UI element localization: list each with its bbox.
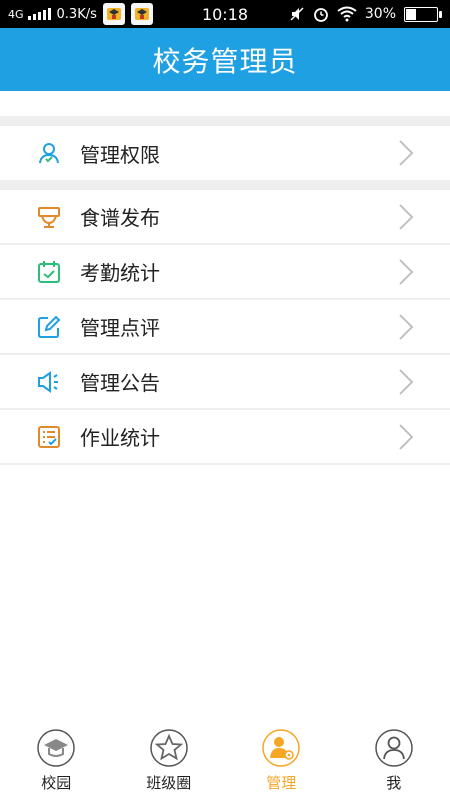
tab-label: 班级圈 [146,774,192,792]
spacer [0,91,450,116]
profile-icon [375,729,413,767]
status-left: 4G 0.3K/s [0,3,190,25]
tab-campus[interactable]: 校园 [0,722,113,800]
status-bar: 4G 0.3K/s 10:18 30% [0,0,450,28]
tab-me[interactable]: 我 [338,722,450,800]
chevron-right-icon [399,258,414,285]
chevron-right-icon [399,140,414,166]
tab-label: 校园 [41,774,72,792]
chevron-right-icon [399,203,414,230]
menu-item-label: 食谱发布 [80,206,160,230]
menu-content: 管理权限 食谱发布 考勤统计 管理点评 管理公告 作业统计 [0,91,450,731]
status-right: 30% [260,6,450,22]
menu-item-review[interactable]: 管理点评 [0,300,450,355]
chevron-right-icon [399,368,414,395]
chevron-right-icon [399,313,414,340]
manage-user-icon [262,729,300,767]
signal-icon [27,8,51,20]
chevron-right-icon [399,423,414,450]
divider [0,180,450,190]
network-speed: 0.3K/s [56,6,97,22]
bowl-icon [35,203,63,231]
edit-icon [35,313,63,341]
menu-item-permissions[interactable]: 管理权限 [0,126,450,180]
divider [0,116,450,126]
menu-item-announcement[interactable]: 管理公告 [0,355,450,410]
app-notification-icon [102,3,125,25]
menu-item-label: 作业统计 [80,426,160,450]
star-icon [150,729,188,767]
menu-item-homework[interactable]: 作业统计 [0,410,450,465]
tab-label: 管理 [266,774,297,792]
speaker-icon [35,368,63,396]
menu-item-label: 考勤统计 [80,261,160,285]
battery-percent: 30% [364,6,396,22]
bottom-nav: 校园 班级圈 管理 我 [0,722,450,800]
tab-class-circle[interactable]: 班级圈 [113,722,226,800]
menu-item-recipe[interactable]: 食谱发布 [0,190,450,245]
mute-icon [290,7,304,21]
app-notification-icon-2 [130,3,153,25]
menu-item-label: 管理公告 [80,371,160,395]
menu-item-label: 管理权限 [80,142,160,167]
alarm-icon [313,8,328,22]
menu-item-label: 管理点评 [80,316,160,340]
user-icon [35,139,63,167]
calendar-check-icon [35,258,63,286]
tab-manage[interactable]: 管理 [225,722,338,800]
battery-icon [404,6,442,22]
list-check-icon [35,423,63,451]
graduation-cap-icon [37,729,75,767]
network-type: 4G [8,7,24,21]
wifi-icon [337,6,357,22]
menu-item-attendance[interactable]: 考勤统计 [0,245,450,300]
app-header: 校务管理员 [0,28,450,91]
status-time: 10:18 [201,4,249,24]
tab-label: 我 [386,774,402,792]
page-title: 校务管理员 [152,44,298,78]
